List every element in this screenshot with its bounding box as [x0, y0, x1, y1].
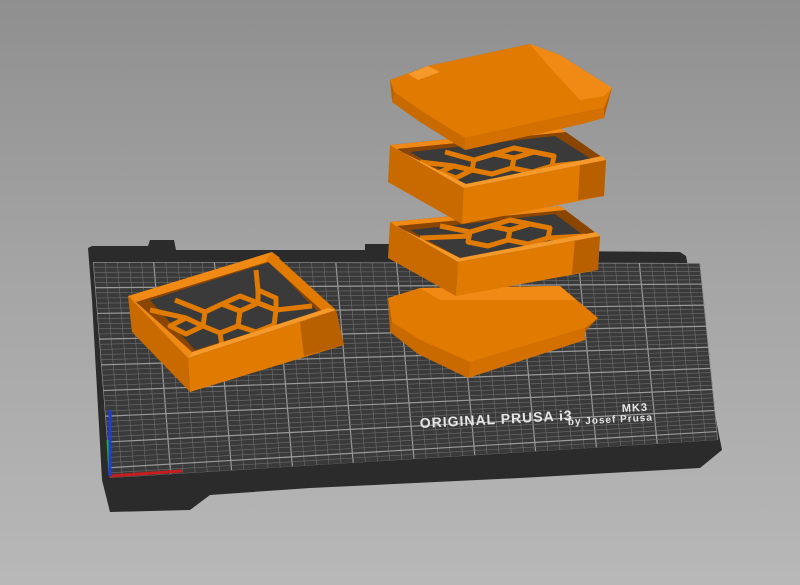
3d-viewport[interactable]: ORIGINAL PRUSA i3 MK3 by Josef Prusa	[0, 0, 800, 585]
lid-top[interactable]	[390, 44, 612, 150]
